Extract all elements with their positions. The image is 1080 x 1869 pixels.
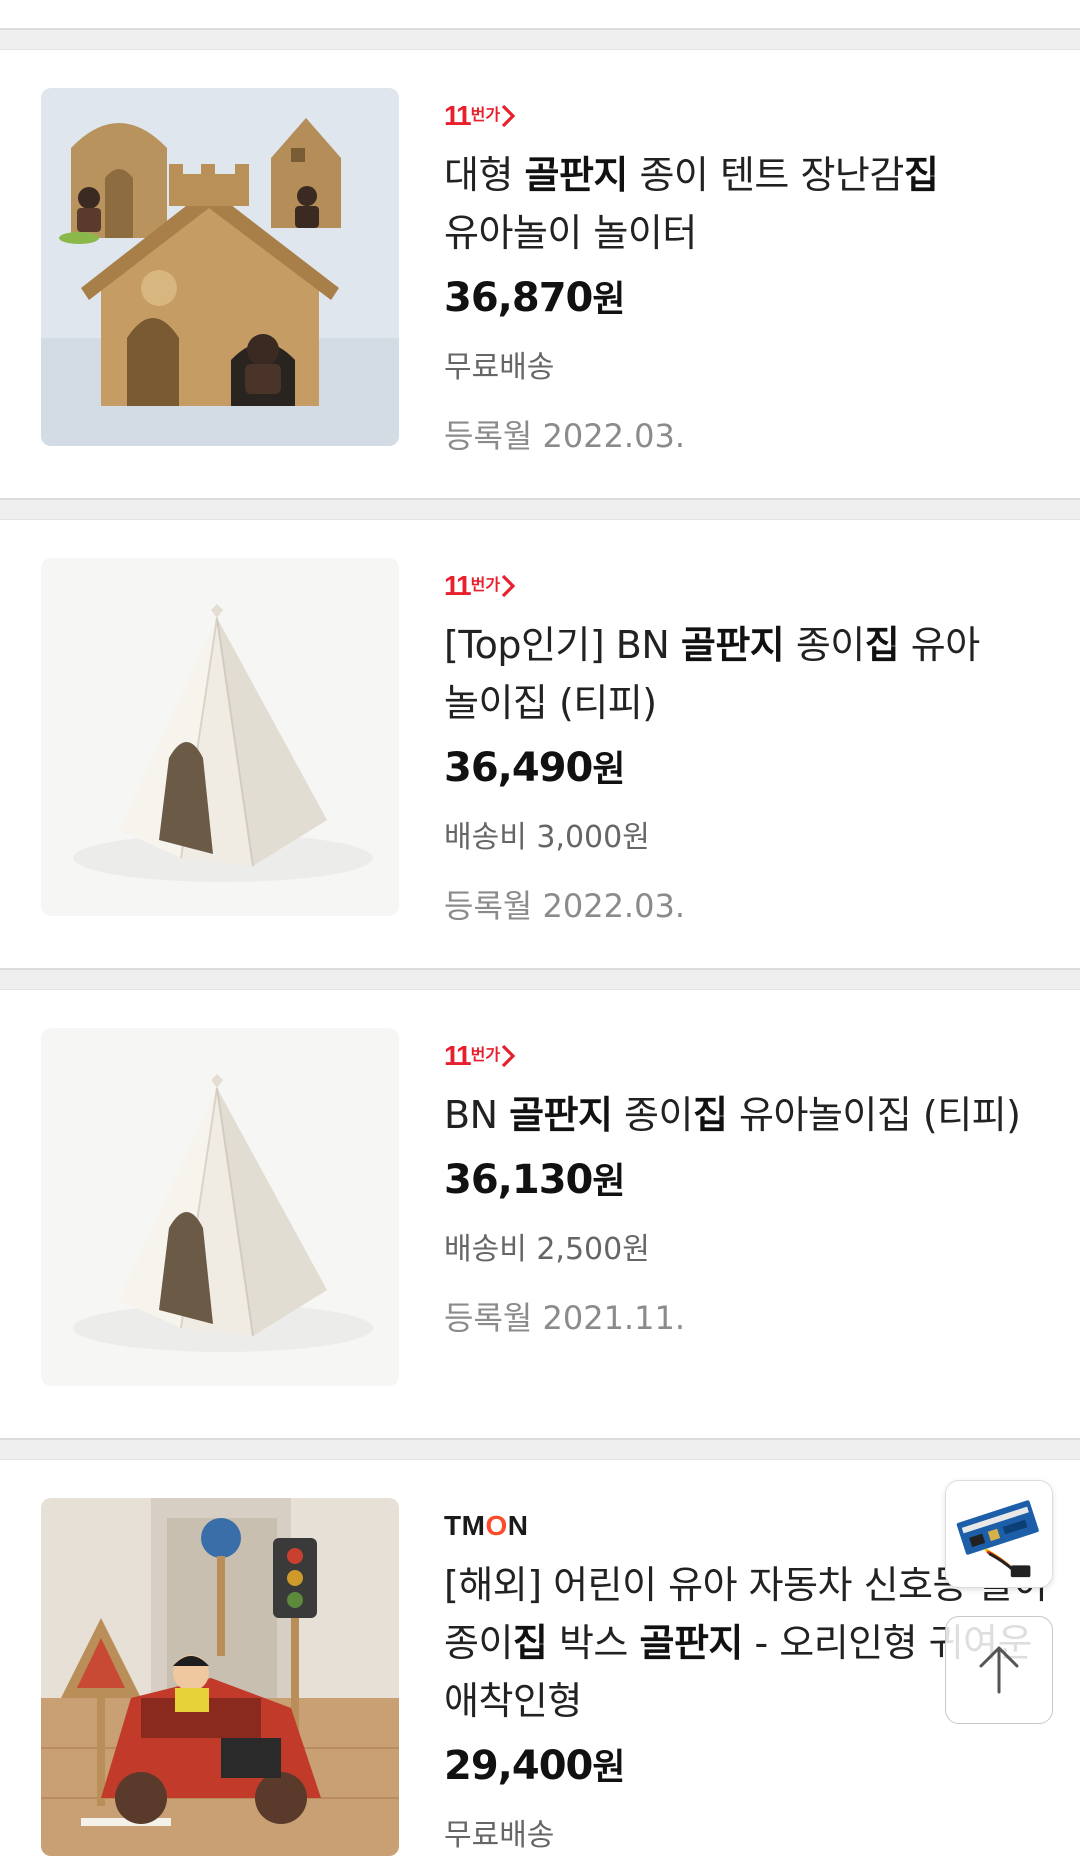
product-price: 36,130원 xyxy=(444,1157,625,1203)
product-card[interactable]: 11 번가 BN 골판지 종이집 유아놀이집 (티피) 36,130원 배송비 2… xyxy=(0,990,1080,1438)
product-info: 11 번가 [Top인기] BN 골판지 종이집 유아 놀이집 (티피) 36,4… xyxy=(444,566,1050,928)
shipping-info: 배송비 2,500원 xyxy=(444,1232,650,1267)
store-logo: 11 번가 xyxy=(444,96,1050,136)
product-price: 29,400원 xyxy=(444,1743,625,1789)
chevron-right-icon xyxy=(501,104,516,128)
registered-date: 등록월 2022.03. xyxy=(444,887,685,925)
11st-logo: 11 번가 xyxy=(444,100,516,132)
product-title[interactable]: [Top인기] BN 골판지 종이집 유아 놀이집 (티피) xyxy=(444,616,1050,732)
product-info: 11 번가 BN 골판지 종이집 유아놀이집 (티피) 36,130원 배송비 2… xyxy=(444,1036,1050,1340)
shipping-info: 무료배송 xyxy=(444,350,555,385)
circuit-board-thumbnail xyxy=(946,1481,1052,1587)
shipping-info: 무료배송 xyxy=(444,1818,555,1853)
product-info: 11 번가 대형 골판지 종이 텐트 장난감집 유아놀이 놀이터 36,870원 … xyxy=(444,96,1050,458)
product-thumbnail[interactable] xyxy=(41,1498,399,1856)
product-thumbnail[interactable] xyxy=(41,1028,399,1386)
product-list: 11 번가 대형 골판지 종이 텐트 장난감집 유아놀이 놀이터 36,870원 … xyxy=(0,28,1080,1869)
tmon-logo: TMON xyxy=(444,1510,529,1541)
section-divider xyxy=(0,498,1080,520)
product-price: 36,490원 xyxy=(444,745,625,791)
top-spacer xyxy=(0,0,1080,28)
product-thumbnail[interactable] xyxy=(41,558,399,916)
section-divider xyxy=(0,968,1080,990)
section-divider xyxy=(0,28,1080,50)
chevron-right-icon xyxy=(501,574,516,598)
registered-date: 등록월 2021.11. xyxy=(444,1299,685,1337)
product-card[interactable]: 11 번가 대형 골판지 종이 텐트 장난감집 유아놀이 놀이터 36,870원 … xyxy=(0,50,1080,498)
shipping-info: 배송비 3,000원 xyxy=(444,820,650,855)
arrow-up-icon xyxy=(979,1646,1019,1694)
teepee-image xyxy=(41,1028,399,1386)
cardboard-house-image xyxy=(41,88,399,446)
product-title[interactable]: 대형 골판지 종이 텐트 장난감집 유아놀이 놀이터 xyxy=(444,146,1050,262)
teepee-image xyxy=(41,558,399,916)
chevron-right-icon xyxy=(501,1044,516,1068)
11st-logo: 11 번가 xyxy=(444,570,516,602)
product-price: 36,870원 xyxy=(444,275,625,321)
section-divider xyxy=(0,1438,1080,1460)
store-logo: 11 번가 xyxy=(444,566,1050,606)
store-logo: 11 번가 xyxy=(444,1036,1050,1076)
cardboard-car-image xyxy=(41,1498,399,1856)
product-title[interactable]: BN 골판지 종이집 유아놀이집 (티피) xyxy=(444,1086,1050,1144)
scroll-top-button[interactable] xyxy=(945,1616,1053,1724)
product-thumbnail[interactable] xyxy=(41,88,399,446)
recent-item-thumbnail[interactable] xyxy=(945,1480,1053,1588)
product-card[interactable]: TMON [해외] 어린이 유아 자동차 신호등 놀이 종이집 박스 골판지 -… xyxy=(0,1460,1080,1869)
registered-date: 등록월 2022.03. xyxy=(444,417,685,455)
product-card[interactable]: 11 번가 [Top인기] BN 골판지 종이집 유아 놀이집 (티피) 36,4… xyxy=(0,520,1080,968)
11st-logo: 11 번가 xyxy=(444,1040,516,1072)
